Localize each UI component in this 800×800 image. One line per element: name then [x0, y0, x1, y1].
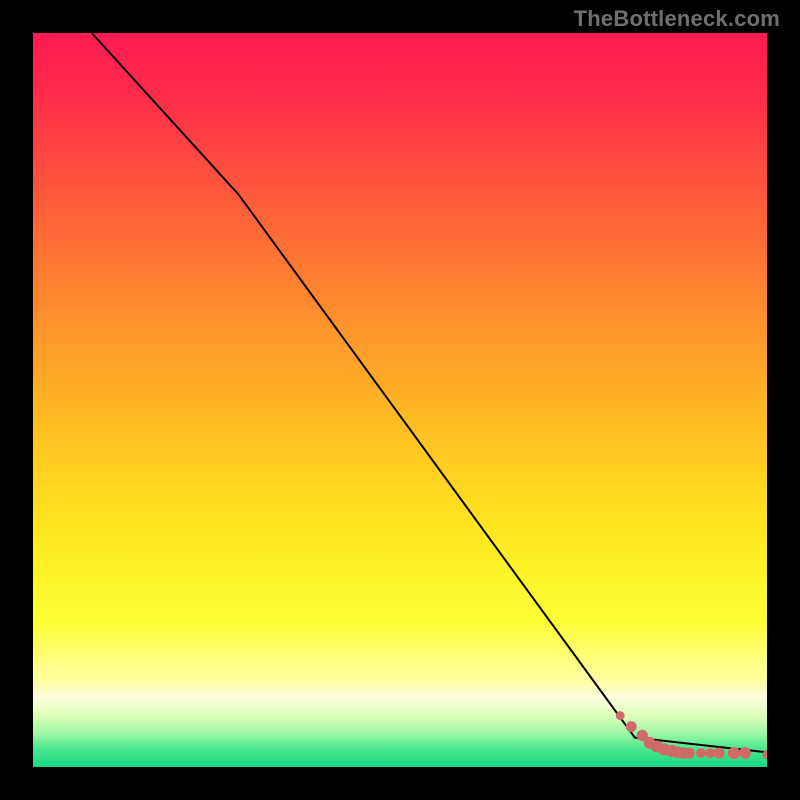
gradient-background: [33, 33, 767, 767]
chart-svg: [33, 33, 767, 767]
data-point: [714, 748, 724, 758]
data-point: [740, 748, 751, 759]
data-point: [616, 712, 624, 720]
data-point: [626, 722, 636, 732]
watermark-text: TheBottleneck.com: [574, 6, 780, 32]
data-point: [684, 748, 694, 758]
data-point: [763, 751, 767, 759]
chart-stage: TheBottleneck.com: [0, 0, 800, 800]
data-point: [706, 749, 715, 758]
data-point: [696, 749, 705, 758]
plot-area: [33, 33, 767, 767]
data-point: [728, 747, 739, 758]
